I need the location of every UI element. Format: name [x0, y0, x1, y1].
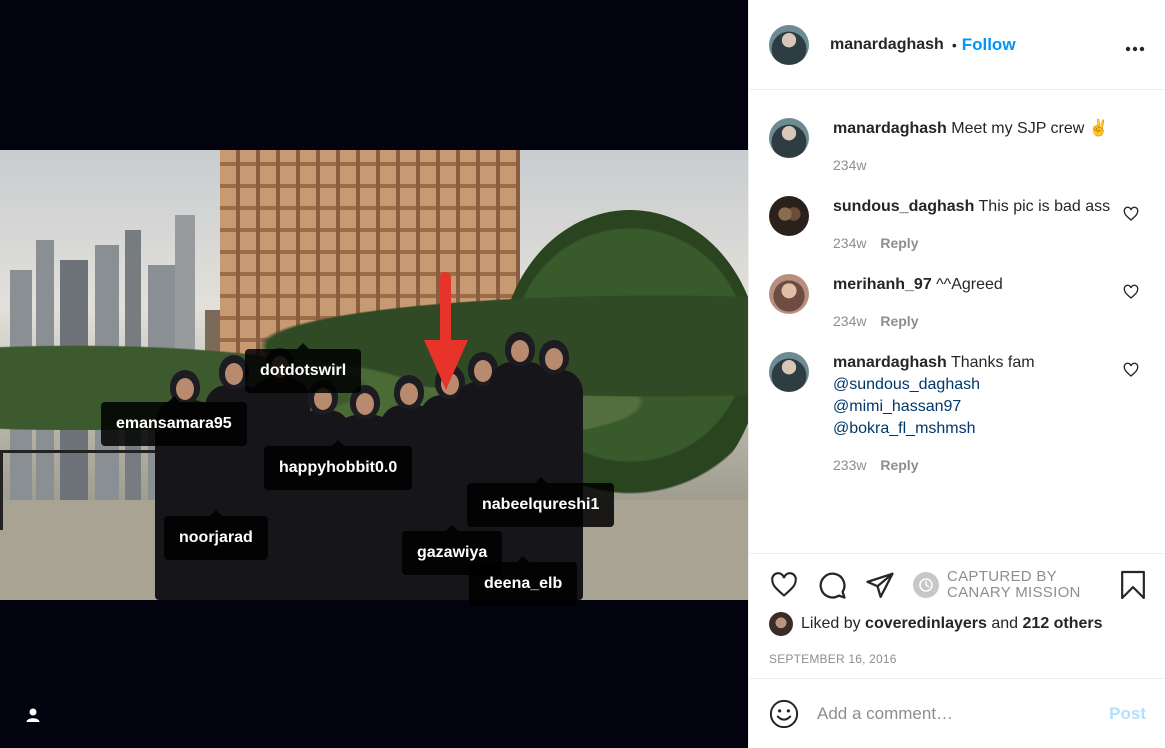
commenter-username[interactable]: sundous_daghash: [833, 198, 974, 215]
like-comment-icon[interactable]: [1123, 206, 1139, 222]
commenter-username[interactable]: merihanh_97: [833, 276, 932, 293]
canary-mission-watermark: CAPTURED BY CANARY MISSION: [913, 569, 1081, 601]
bookmark-icon[interactable]: [1120, 569, 1146, 601]
mention-link[interactable]: @sundous_daghash: [833, 376, 980, 393]
likes-prefix: Liked by: [801, 615, 861, 632]
comment-text: This pic is bad ass: [978, 198, 1111, 215]
user-tag[interactable]: emansamara95: [101, 396, 247, 446]
railing: [0, 450, 170, 530]
commenter-avatar[interactable]: [769, 196, 809, 236]
reply-button[interactable]: Reply: [880, 313, 918, 329]
likes-summary: Liked by coveredinlayers and 212 others: [769, 612, 1146, 636]
commenter-avatar[interactable]: [769, 352, 809, 392]
user-tag[interactable]: noorjarad: [164, 510, 268, 560]
commenter-username[interactable]: manardaghash: [833, 354, 947, 371]
likes-and: and: [991, 615, 1019, 632]
author-avatar[interactable]: [769, 24, 809, 65]
add-comment-bar: Post: [749, 678, 1165, 748]
post-media-pane: dotdotswirl emansamara95 happyhobbit0.0 …: [0, 0, 748, 748]
add-comment-input[interactable]: [817, 703, 1110, 724]
post-comment-button[interactable]: Post: [1109, 704, 1146, 724]
comment-text: ^^Agreed: [936, 276, 1003, 293]
comment-item: merihanh_97 ^^Agreed 234w Reply: [749, 274, 1165, 332]
caption-username[interactable]: manardaghash: [833, 120, 947, 137]
author-username[interactable]: manardaghash: [830, 36, 944, 54]
user-tag[interactable]: dotdotswirl: [245, 343, 362, 393]
comment-age[interactable]: 234w: [833, 235, 866, 251]
clock-icon: [913, 572, 939, 598]
user-tag[interactable]: deena_elb: [469, 556, 578, 606]
like-comment-icon[interactable]: [1123, 284, 1139, 300]
post-details-pane: manardaghash • Follow manardaghash Meet …: [748, 0, 1165, 748]
caption-avatar[interactable]: [769, 118, 809, 158]
post-date[interactable]: SEPTEMBER 16, 2016: [769, 652, 1146, 666]
liker-username[interactable]: coveredinlayers: [865, 615, 987, 633]
tagged-users-icon[interactable]: [18, 700, 48, 730]
commenter-avatar[interactable]: [769, 274, 809, 314]
reply-button[interactable]: Reply: [880, 235, 918, 251]
likes-others-link[interactable]: 212 others: [1023, 615, 1103, 633]
follow-button[interactable]: Follow: [962, 35, 1016, 55]
separator-dot: •: [951, 36, 957, 53]
post-actions: CAPTURED BY CANARY MISSION Liked by cove…: [749, 553, 1165, 666]
emoji-icon[interactable]: [769, 699, 799, 729]
post-header: manardaghash • Follow: [749, 0, 1165, 90]
user-tag[interactable]: nabeelqureshi1: [467, 477, 615, 527]
watermark-line-1: CAPTURED BY: [947, 568, 1057, 585]
liker-avatar[interactable]: [769, 612, 793, 636]
like-comment-icon[interactable]: [1123, 362, 1139, 378]
user-tag[interactable]: happyhobbit0.0: [264, 440, 413, 490]
mention-link[interactable]: @bokra_fl_mshmsh: [833, 420, 976, 437]
share-send-icon[interactable]: [865, 570, 895, 600]
mention-link[interactable]: @mimi_hassan97: [833, 398, 961, 415]
comment-icon[interactable]: [817, 570, 847, 600]
comment-age[interactable]: 234w: [833, 313, 866, 329]
caption-age[interactable]: 234w: [833, 157, 866, 173]
comment-text: Thanks fam: [950, 354, 1035, 371]
caption: manardaghash Meet my SJP crew ✌ 234w: [749, 118, 1165, 176]
comment-item: manardaghash Thanks fam @sundous_daghash…: [749, 352, 1165, 476]
like-heart-icon[interactable]: [769, 571, 799, 599]
watermark-line-2: CANARY MISSION: [947, 584, 1081, 601]
comment-age[interactable]: 233w: [833, 457, 866, 473]
reply-button[interactable]: Reply: [880, 457, 918, 473]
comments-list: manardaghash Meet my SJP crew ✌ 234w sun…: [749, 90, 1165, 552]
red-arrow-annotation: [424, 272, 468, 390]
more-options-icon[interactable]: [1125, 32, 1145, 58]
comment-item: sundous_daghash This pic is bad ass 234w…: [749, 196, 1165, 254]
caption-text: Meet my SJP crew ✌: [951, 120, 1109, 137]
post-photo[interactable]: [0, 150, 748, 600]
